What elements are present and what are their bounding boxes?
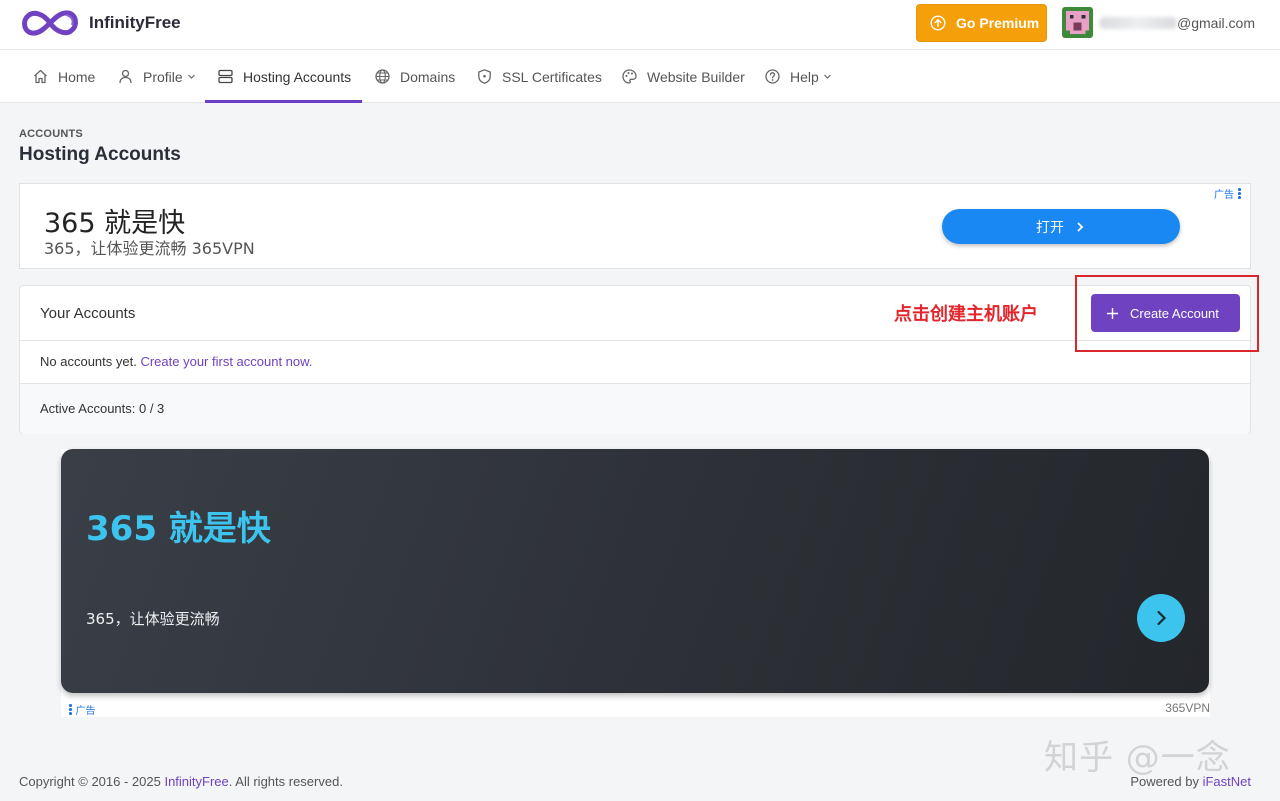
nav-item-website-builder[interactable]: Website Builder: [621, 50, 745, 103]
powered-prefix: Powered by: [1130, 774, 1199, 789]
large-ad-banner[interactable]: 365 就是快 365，让体验更流畅: [61, 449, 1209, 693]
nav-item-home[interactable]: Home: [32, 50, 95, 103]
ad-mark-label: 广告: [75, 706, 96, 717]
nav-label-domains: Domains: [400, 68, 456, 85]
brand-logo[interactable]: InfinityFree: [19, 7, 181, 39]
ad-subtitle: 365，让体验更流畅 365VPN: [44, 239, 255, 258]
watermark-text: 知乎 @一念: [1044, 738, 1231, 778]
server-icon: [218, 69, 233, 84]
avatar[interactable]: [1062, 7, 1093, 38]
ad-open-button[interactable]: 打开: [942, 209, 1180, 244]
chevron-right-icon: [1077, 221, 1084, 232]
large-ad-title: 365 就是快: [86, 509, 271, 549]
help-icon: [765, 69, 780, 84]
email-redacted: [1099, 17, 1177, 29]
empty-state-text: No accounts yet.: [40, 354, 137, 369]
banner-ad[interactable]: 365 就是快 365，让体验更流畅 365VPN 打开 广告: [19, 183, 1251, 269]
nav-label-profile: Profile: [143, 68, 183, 85]
email-domain: @gmail.com: [1177, 15, 1256, 31]
main-nav: Home Profile Hosting Accounts Domains SS…: [0, 50, 1280, 103]
nav-item-hosting-accounts[interactable]: Hosting Accounts: [217, 50, 351, 103]
footer-powered-by: Powered by iFastNet: [1130, 774, 1251, 789]
annotation-text: 点击创建主机账户: [894, 304, 1038, 325]
accounts-card: Your Accounts 点击创建主机账户 Create Account No…: [19, 285, 1251, 434]
breadcrumb: ACCOUNTS: [19, 128, 83, 140]
chevron-right-icon: [1157, 610, 1167, 626]
nav-item-ssl-certificates[interactable]: SSL Certificates: [476, 50, 602, 103]
chevron-down-icon: [187, 74, 195, 79]
nav-label-help: Help: [790, 68, 819, 85]
nav-item-domains[interactable]: Domains: [374, 50, 455, 103]
chevron-down-icon: [823, 74, 831, 79]
annotation-highlight-box: [1075, 275, 1259, 352]
ad-choices-mark[interactable]: 广告: [65, 702, 96, 717]
home-icon: [34, 69, 47, 84]
user-icon: [119, 69, 132, 84]
active-accounts-count: Active Accounts: 0 / 3: [40, 401, 165, 416]
accounts-card-header: Your Accounts 点击创建主机账户 Create Account: [20, 286, 1250, 341]
nav-label-hosting-accounts: Hosting Accounts: [243, 68, 352, 85]
accounts-card-title: Your Accounts: [40, 305, 136, 322]
active-tab-indicator: [205, 100, 362, 103]
large-ad: 365 就是快 365，让体验更流畅 广告 365VPN: [61, 449, 1210, 717]
footer-copyright: Copyright © 2016 - 2025 InfinityFree. Al…: [19, 774, 343, 789]
large-ad-next-button[interactable]: [1137, 594, 1185, 642]
page-title: Hosting Accounts: [19, 144, 181, 165]
palette-icon: [622, 69, 637, 84]
top-header: InfinityFree Go Premium @gmail.com: [0, 0, 1280, 50]
copyright-suffix: . All rights reserved.: [228, 774, 343, 789]
infinity-logo-icon: [22, 10, 78, 36]
accounts-card-footer: Active Accounts: 0 / 3: [20, 383, 1250, 434]
ad-open-label: 打开: [1036, 219, 1064, 236]
arrow-up-circle-icon: [930, 15, 946, 31]
brand-name: InfinityFree: [89, 13, 181, 32]
ifastnet-link[interactable]: iFastNet: [1203, 774, 1251, 789]
nav-item-profile[interactable]: Profile: [117, 50, 196, 103]
empty-state: No accounts yet. Create your first accou…: [40, 354, 312, 369]
nav-label-website-builder: Website Builder: [647, 68, 745, 85]
ad-mark-label: 广告: [1214, 190, 1234, 201]
more-options-icon: [69, 704, 72, 715]
more-options-icon: [1238, 188, 1241, 199]
ad-advertiser-name: 365VPN: [1165, 701, 1210, 715]
go-premium-label: Go Premium: [956, 15, 1040, 31]
nav-label-ssl-certificates: SSL Certificates: [502, 68, 602, 85]
create-first-account-link[interactable]: Create your first account now.: [140, 354, 312, 369]
shield-icon: [478, 69, 491, 84]
copyright-prefix: Copyright © 2016 - 2025: [19, 774, 161, 789]
nav-label-home: Home: [58, 68, 96, 85]
ad-choices-mark[interactable]: 广告: [1214, 186, 1245, 201]
globe-icon: [375, 69, 390, 84]
nav-item-help[interactable]: Help: [764, 50, 832, 103]
infinityfree-link[interactable]: InfinityFree: [164, 774, 228, 789]
large-ad-subtitle: 365，让体验更流畅: [86, 610, 220, 628]
pixel-avatar-icon: [1062, 7, 1093, 38]
go-premium-button[interactable]: Go Premium: [916, 4, 1047, 42]
user-email[interactable]: @gmail.com: [1099, 15, 1255, 31]
